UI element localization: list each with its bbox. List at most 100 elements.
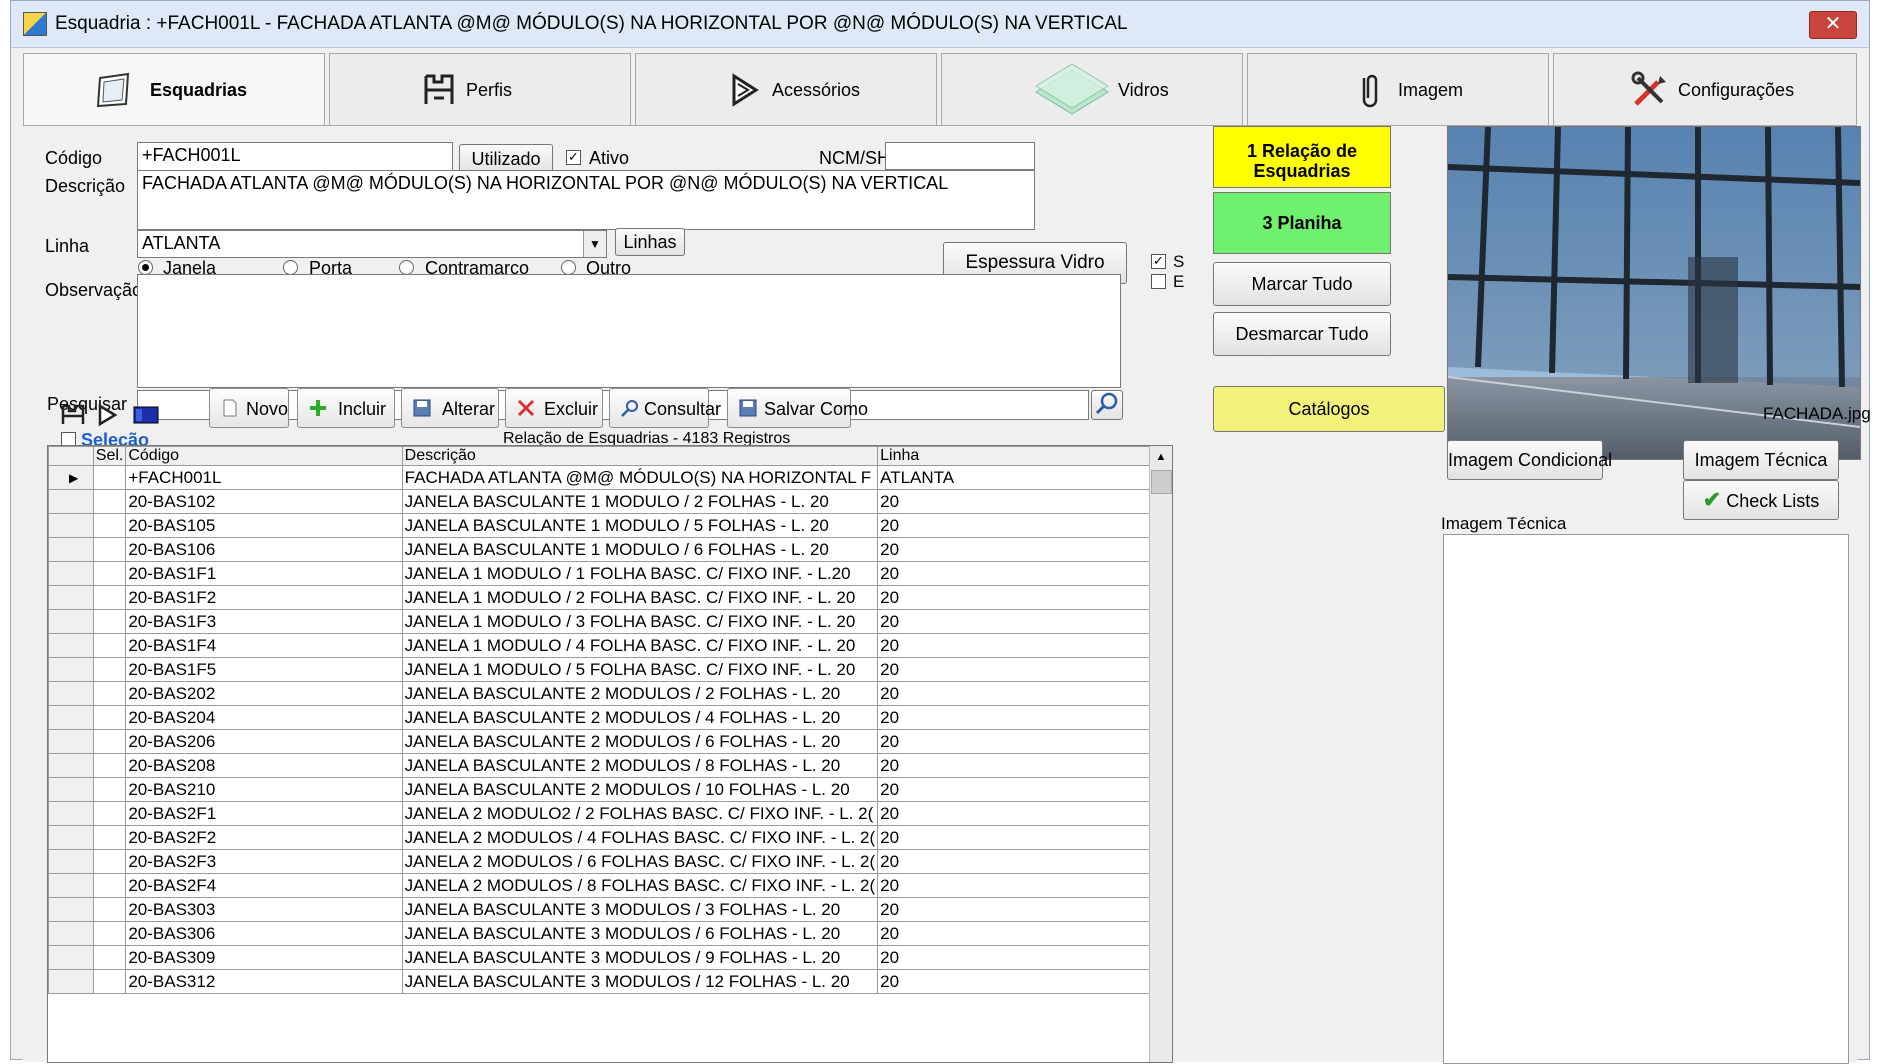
row-indicator[interactable] <box>48 921 94 946</box>
header-linha[interactable]: Linha <box>877 446 1172 466</box>
observacao-textarea[interactable] <box>137 274 1121 388</box>
radio-janela[interactable] <box>138 260 153 275</box>
row-sel-cell[interactable] <box>92 465 127 490</box>
row-sel-cell[interactable] <box>92 513 127 538</box>
table-row[interactable]: 20-BAS208 JANELA BASCULANTE 2 MODULOS / 8… <box>48 753 1172 778</box>
tab-perfis[interactable]: Perfis <box>329 53 631 125</box>
row-indicator[interactable] <box>48 705 94 730</box>
grid-scrollbar[interactable]: ▲ <box>1149 446 1172 1062</box>
linhas-button[interactable]: Linhas <box>615 228 685 256</box>
table-row[interactable]: 20-BAS312 JANELA BASCULANTE 3 MODULOS / 1… <box>48 969 1172 994</box>
chevron-down-icon[interactable]: ▼ <box>583 231 606 257</box>
row-sel-cell[interactable] <box>92 825 127 850</box>
row-sel-cell[interactable] <box>92 801 127 826</box>
radio-contramarco[interactable] <box>399 260 414 275</box>
radio-porta[interactable] <box>283 260 298 275</box>
desmarcar-tudo-button[interactable]: Desmarcar Tudo <box>1213 312 1391 356</box>
row-indicator[interactable] <box>48 825 94 850</box>
imagem-condicional-button[interactable]: Imagem Condicional <box>1447 440 1612 480</box>
table-row[interactable]: 20-BAS204 JANELA BASCULANTE 2 MODULOS / 4… <box>48 705 1172 730</box>
row-sel-cell[interactable] <box>92 897 127 922</box>
row-indicator[interactable] <box>48 753 94 778</box>
radio-outro[interactable] <box>561 260 576 275</box>
planilha-button[interactable]: 3 Planiha <box>1213 192 1391 254</box>
glass-block-icon[interactable] <box>131 404 161 426</box>
marcar-tudo-button[interactable]: Marcar Tudo <box>1213 262 1391 306</box>
s-checkbox[interactable]: ✓ <box>1151 254 1166 269</box>
table-row[interactable]: 20-BAS309 JANELA BASCULANTE 3 MODULOS / 9… <box>48 945 1172 970</box>
relacao-esquadrias-button[interactable]: 1 Relação de Esquadrias <box>1213 126 1391 188</box>
row-indicator[interactable] <box>48 609 94 634</box>
table-row[interactable]: 20-BAS306 JANELA BASCULANTE 3 MODULOS / 6… <box>48 921 1172 946</box>
row-sel-cell[interactable] <box>92 681 127 706</box>
row-sel-cell[interactable] <box>92 777 127 802</box>
table-row[interactable]: 20-BAS202 JANELA BASCULANTE 2 MODULOS / 2… <box>48 681 1172 706</box>
row-sel-cell[interactable] <box>92 489 127 514</box>
row-sel-cell[interactable] <box>92 969 127 994</box>
scroll-thumb[interactable] <box>1151 470 1172 494</box>
consultar-button[interactable]: Consultar <box>609 388 721 428</box>
table-row[interactable]: 20-BAS1F3 JANELA 1 MODULO / 3 FOLHA BASC.… <box>48 609 1172 634</box>
profile-icon[interactable] <box>59 402 87 428</box>
row-indicator[interactable] <box>48 729 94 754</box>
table-row[interactable]: 20-BAS106 JANELA BASCULANTE 1 MODULO / 6 … <box>48 537 1172 562</box>
tab-configuracoes[interactable]: Configurações <box>1553 53 1857 125</box>
row-sel-cell[interactable] <box>92 585 127 610</box>
table-row[interactable]: 20-BAS1F5 JANELA 1 MODULO / 5 FOLHA BASC.… <box>48 657 1172 682</box>
row-indicator[interactable] <box>48 945 94 970</box>
table-row[interactable]: 20-BAS102 JANELA BASCULANTE 1 MODULO / 2 … <box>48 489 1172 514</box>
table-row[interactable]: 20-BAS105 JANELA BASCULANTE 1 MODULO / 5 … <box>48 513 1172 538</box>
row-indicator[interactable] <box>48 681 94 706</box>
row-sel-cell[interactable] <box>92 705 127 730</box>
row-sel-cell[interactable] <box>92 753 127 778</box>
table-row[interactable]: 20-BAS2F1 JANELA 2 MODULO2 / 2 FOLHAS BAS… <box>48 801 1172 826</box>
table-row[interactable]: 20-BAS2F3 JANELA 2 MODULOS / 6 FOLHAS BAS… <box>48 849 1172 874</box>
row-indicator[interactable] <box>48 849 94 874</box>
header-codigo[interactable]: Código <box>125 446 403 466</box>
table-row[interactable]: 20-BAS2F4 JANELA 2 MODULOS / 8 FOLHAS BAS… <box>48 873 1172 898</box>
table-row[interactable]: 20-BAS303 JANELA BASCULANTE 3 MODULOS / 3… <box>48 897 1172 922</box>
salvar-como-button[interactable]: Salvar Como <box>727 388 868 428</box>
tab-esquadrias[interactable]: Esquadrias <box>23 53 325 127</box>
row-sel-cell[interactable] <box>92 633 127 658</box>
table-row[interactable]: 20-BAS2F2 JANELA 2 MODULOS / 4 FOLHAS BAS… <box>48 825 1172 850</box>
ncm-input[interactable] <box>885 142 1035 170</box>
row-indicator[interactable] <box>48 873 94 898</box>
row-indicator[interactable] <box>48 489 94 514</box>
incluir-button[interactable]: Incluir <box>297 388 395 428</box>
novo-button[interactable]: Novo <box>209 388 289 428</box>
row-sel-cell[interactable] <box>92 921 127 946</box>
row-indicator[interactable] <box>48 777 94 802</box>
tab-vidros[interactable]: Vidros <box>941 53 1243 125</box>
table-row[interactable]: ▶ +FACH001L FACHADA ATLANTA @M@ MÓDULO(S) … <box>48 465 1172 490</box>
alterar-button[interactable]: Alterar <box>401 388 499 428</box>
table-row[interactable]: 20-BAS1F1 JANELA 1 MODULO / 1 FOLHA BASC.… <box>48 561 1172 586</box>
row-sel-cell[interactable] <box>92 561 127 586</box>
close-button[interactable]: ✕ <box>1809 11 1857 39</box>
accessory-triangle-icon[interactable] <box>95 402 121 428</box>
row-indicator[interactable]: ▶ <box>48 465 94 490</box>
header-sel[interactable]: Sel. <box>92 446 127 466</box>
row-sel-cell[interactable] <box>92 849 127 874</box>
imagem-tecnica-button[interactable]: Imagem Técnica <box>1683 440 1839 480</box>
row-sel-cell[interactable] <box>92 609 127 634</box>
row-indicator[interactable] <box>48 969 94 994</box>
row-sel-cell[interactable] <box>92 729 127 754</box>
row-sel-cell[interactable] <box>92 657 127 682</box>
table-row[interactable]: 20-BAS210 JANELA BASCULANTE 2 MODULOS / 1… <box>48 777 1172 802</box>
row-indicator[interactable] <box>48 513 94 538</box>
row-sel-cell[interactable] <box>92 945 127 970</box>
scroll-up-arrow-icon[interactable]: ▲ <box>1150 446 1172 468</box>
codigo-input[interactable]: +FACH001L <box>137 142 453 172</box>
descricao-input[interactable]: FACHADA ATLANTA @M@ MÓDULO(S) NA HORIZON… <box>137 170 1035 230</box>
table-row[interactable]: 20-BAS206 JANELA BASCULANTE 2 MODULOS / 6… <box>48 729 1172 754</box>
header-descricao[interactable]: Descrição <box>401 446 879 466</box>
ativo-checkbox[interactable]: ✓ <box>566 150 581 165</box>
search-button[interactable] <box>1091 390 1123 420</box>
row-sel-cell[interactable] <box>92 873 127 898</box>
row-indicator[interactable] <box>48 585 94 610</box>
e-checkbox[interactable] <box>1151 274 1166 289</box>
check-lists-button[interactable]: ✔ Check Lists <box>1683 480 1839 520</box>
row-indicator[interactable] <box>48 801 94 826</box>
row-indicator[interactable] <box>48 561 94 586</box>
